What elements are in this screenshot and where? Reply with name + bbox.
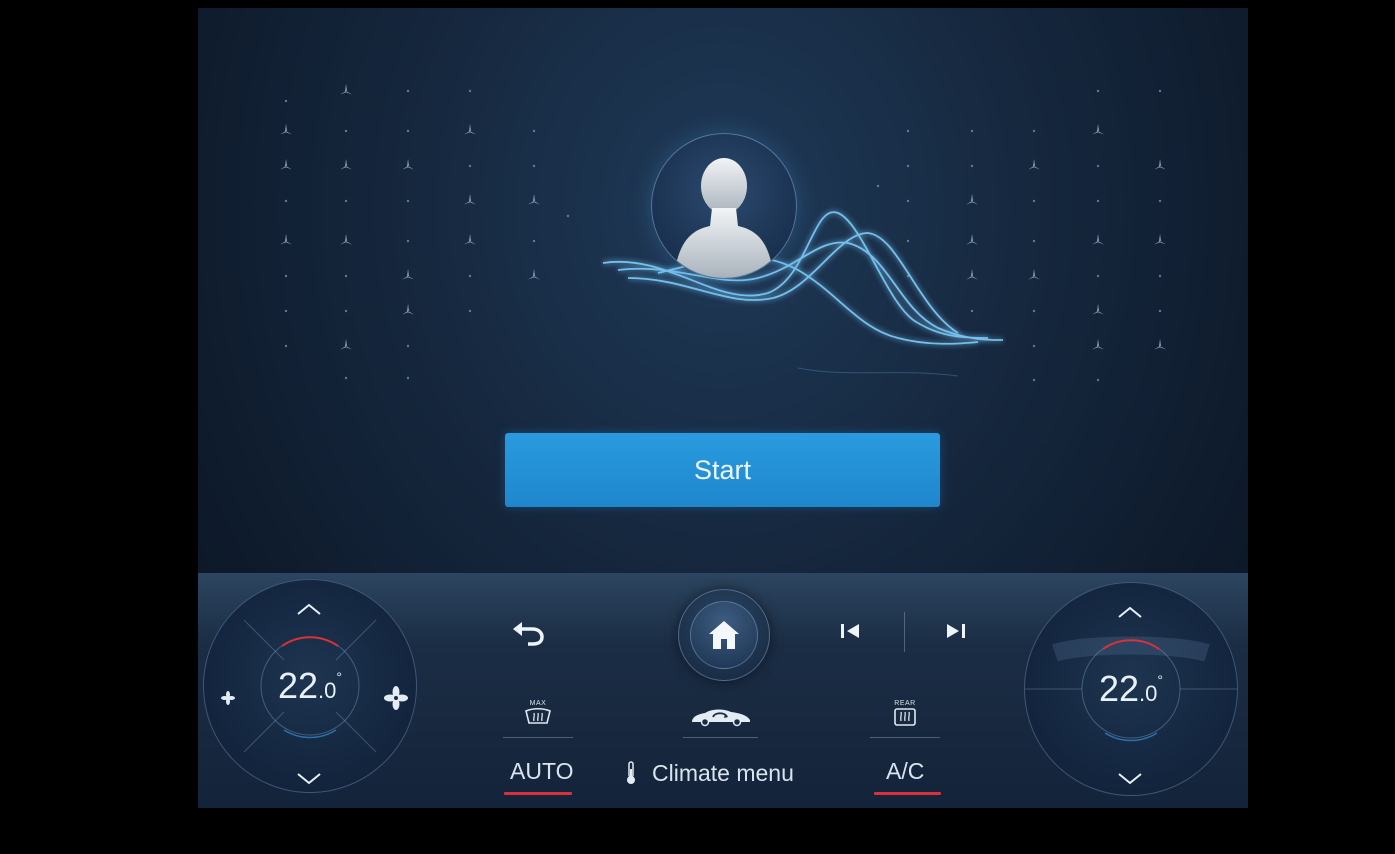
thermometer-icon	[627, 761, 635, 784]
fan-speed-down-button[interactable]	[216, 686, 240, 710]
previous-track-button[interactable]	[830, 614, 870, 648]
right-temp-down-button[interactable]	[1115, 769, 1145, 789]
car-air-recirculation-icon	[691, 709, 750, 727]
defrost-rear-caption: REAR	[894, 699, 916, 707]
ac-active-indicator	[874, 792, 941, 795]
max-front-defrost-button[interactable]: MAX	[503, 686, 573, 742]
fan-speed-up-button[interactable]	[380, 682, 412, 714]
fan-high-icon	[384, 686, 408, 710]
infotainment-screen: Start 22.0 ° MAX REAR AUTO Climate menu …	[198, 8, 1248, 808]
start-button[interactable]: Start	[505, 433, 940, 507]
left-temp-down-button[interactable]	[294, 769, 324, 789]
next-track-button[interactable]	[936, 614, 976, 648]
back-arrow-icon	[513, 622, 544, 646]
auto-active-indicator	[504, 792, 572, 795]
ac-button[interactable]: A/C	[886, 758, 924, 785]
climate-menu-label: Climate menu	[652, 759, 794, 786]
defrost-front-caption: MAX	[529, 699, 547, 707]
next-track-icon	[947, 624, 965, 638]
bottom-control-dock: 22.0 ° MAX REAR AUTO Climate menu A/C 22…	[198, 573, 1248, 808]
previous-track-icon	[841, 624, 859, 638]
chevron-up-icon	[1118, 606, 1142, 618]
rear-defrost-button[interactable]: REAR	[870, 686, 940, 742]
auto-climate-button[interactable]: AUTO	[510, 758, 573, 785]
defrost-rear-icon	[894, 707, 916, 726]
home-icon	[709, 621, 739, 649]
left-temp-integer: 22	[277, 665, 319, 706]
right-temp-up-button[interactable]	[1115, 602, 1145, 622]
right-temp-integer: 22	[1098, 668, 1140, 709]
chevron-down-icon	[297, 773, 321, 785]
recirculation-line	[683, 737, 758, 738]
home-button[interactable]	[678, 589, 770, 681]
user-profile-avatar[interactable]	[651, 133, 797, 279]
defrost-front-icon	[525, 707, 551, 724]
back-button[interactable]	[503, 612, 553, 652]
fan-low-icon	[221, 691, 235, 705]
track-divider	[904, 612, 905, 652]
right-temp-decimal: .0	[1139, 681, 1158, 706]
right-temp-unit: °	[1157, 672, 1163, 688]
defrost-rear-line	[870, 737, 940, 738]
left-temp-up-button[interactable]	[294, 599, 324, 619]
air-recirculation-button[interactable]	[683, 694, 758, 738]
left-temp-unit: °	[336, 669, 342, 685]
defrost-front-line	[503, 737, 573, 738]
left-temp-decimal: .0	[318, 678, 337, 703]
chevron-down-icon	[1118, 773, 1142, 785]
user-profile-icon	[674, 158, 774, 278]
chevron-up-icon	[297, 603, 321, 615]
climate-menu-button[interactable]: Climate menu	[624, 756, 814, 790]
